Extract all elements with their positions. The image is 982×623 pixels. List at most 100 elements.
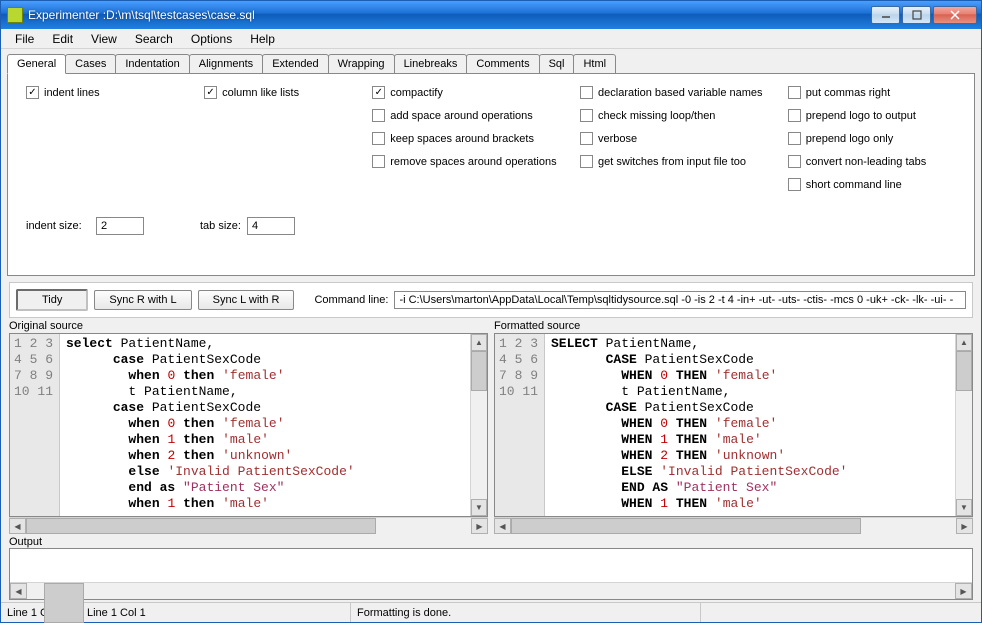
checkbox-verbose[interactable]: verbose bbox=[580, 132, 788, 145]
minimize-button[interactable] bbox=[871, 6, 900, 24]
tab-comments[interactable]: Comments bbox=[466, 54, 539, 73]
scroll-thumb[interactable] bbox=[26, 518, 376, 534]
unchecked-icon[interactable] bbox=[788, 155, 801, 168]
vertical-scrollbar[interactable]: ▲ ▼ bbox=[955, 334, 972, 516]
checkbox-label: keep spaces around brackets bbox=[390, 133, 534, 145]
tab-indentation[interactable]: Indentation bbox=[115, 54, 189, 73]
checkbox-label: put commas right bbox=[806, 87, 890, 99]
unchecked-icon[interactable] bbox=[580, 155, 593, 168]
vertical-scrollbar[interactable]: ▲ ▼ bbox=[470, 334, 487, 516]
status-right-cursor: Line 1 Col 1 bbox=[81, 603, 351, 622]
checkbox-remove-spaces-around-operations[interactable]: remove spaces around operations bbox=[372, 155, 580, 168]
horizontal-scrollbar[interactable]: ◀ ▶ bbox=[10, 582, 972, 599]
scroll-thumb[interactable] bbox=[511, 518, 861, 534]
maximize-button[interactable] bbox=[902, 6, 931, 24]
checkbox-label: check missing loop/then bbox=[598, 110, 715, 122]
unchecked-icon[interactable] bbox=[372, 132, 385, 145]
checkbox-column-like-lists[interactable]: ✓ column like lists bbox=[204, 86, 372, 99]
unchecked-icon[interactable] bbox=[788, 132, 801, 145]
original-source-editor[interactable]: 1 2 3 4 5 6 7 8 9 10 11 select PatientNa… bbox=[9, 333, 488, 517]
editor-gutter: 1 2 3 4 5 6 7 8 9 10 11 bbox=[495, 334, 545, 516]
checkbox-prepend-logo-only[interactable]: prepend logo only bbox=[788, 132, 956, 145]
tabstrip: GeneralCasesIndentationAlignmentsExtende… bbox=[7, 51, 975, 73]
checkbox-label: remove spaces around operations bbox=[390, 156, 556, 168]
app-icon bbox=[7, 7, 23, 23]
checkbox-keep-spaces-around-brackets[interactable]: keep spaces around brackets bbox=[372, 132, 580, 145]
output-box[interactable]: ◀ ▶ bbox=[9, 548, 973, 600]
checkbox-label: column like lists bbox=[222, 87, 299, 99]
menu-edit[interactable]: Edit bbox=[43, 30, 82, 48]
checkbox-label: add space around operations bbox=[390, 110, 533, 122]
tab-html[interactable]: Html bbox=[573, 54, 616, 73]
menu-file[interactable]: File bbox=[6, 30, 43, 48]
indent-size-input[interactable]: 2 bbox=[96, 217, 144, 235]
checkbox-compactify[interactable]: ✓ compactify bbox=[372, 86, 580, 99]
tab-cases[interactable]: Cases bbox=[65, 54, 116, 73]
menu-view[interactable]: View bbox=[82, 30, 126, 48]
horizontal-scrollbar[interactable]: ◀ ▶ bbox=[494, 517, 973, 534]
output-label: Output bbox=[9, 536, 973, 548]
scroll-left-icon: ◀ bbox=[10, 583, 27, 599]
editor-code[interactable]: SELECT PatientName, CASE PatientSexCode … bbox=[545, 334, 955, 516]
tab-size-label: tab size: bbox=[200, 220, 241, 232]
checkbox-label: verbose bbox=[598, 133, 637, 145]
checkbox-check-missing-loop/then[interactable]: check missing loop/then bbox=[580, 109, 788, 122]
scroll-left-icon: ◀ bbox=[9, 518, 26, 534]
checkbox-declaration-based-variable-names[interactable]: declaration based variable names bbox=[580, 86, 788, 99]
scroll-down-icon[interactable]: ▼ bbox=[956, 499, 972, 516]
unchecked-icon[interactable] bbox=[580, 132, 593, 145]
close-button[interactable] bbox=[933, 6, 977, 24]
unchecked-icon[interactable] bbox=[580, 109, 593, 122]
checked-icon[interactable]: ✓ bbox=[372, 86, 385, 99]
command-line-input[interactable]: -i C:\Users\marton\AppData\Local\Temp\sq… bbox=[394, 291, 966, 309]
scroll-up-icon[interactable]: ▲ bbox=[956, 334, 972, 351]
checkbox-label: indent lines bbox=[44, 87, 100, 99]
tab-linebreaks[interactable]: Linebreaks bbox=[394, 54, 468, 73]
unchecked-icon[interactable] bbox=[788, 109, 801, 122]
horizontal-scrollbar[interactable]: ◀ ▶ bbox=[9, 517, 488, 534]
checkbox-short-command-line[interactable]: short command line bbox=[788, 178, 956, 191]
unchecked-icon[interactable] bbox=[580, 86, 593, 99]
checked-icon[interactable]: ✓ bbox=[204, 86, 217, 99]
unchecked-icon[interactable] bbox=[372, 155, 385, 168]
scroll-down-icon[interactable]: ▼ bbox=[471, 499, 487, 516]
editor-gutter: 1 2 3 4 5 6 7 8 9 10 11 bbox=[10, 334, 60, 516]
tidy-button[interactable]: Tidy bbox=[16, 289, 88, 311]
scroll-thumb[interactable] bbox=[471, 351, 487, 391]
unchecked-icon[interactable] bbox=[788, 86, 801, 99]
checkbox-label: compactify bbox=[390, 87, 443, 99]
titlebar[interactable]: Experimenter :D:\m\tsql\testcases\case.s… bbox=[1, 1, 981, 29]
client-area: GeneralCasesIndentationAlignmentsExtende… bbox=[1, 49, 981, 622]
scroll-right-icon: ▶ bbox=[956, 518, 973, 534]
checkbox-convert-non-leading-tabs[interactable]: convert non-leading tabs bbox=[788, 155, 956, 168]
editor-code[interactable]: select PatientName, case PatientSexCode … bbox=[60, 334, 470, 516]
menu-help[interactable]: Help bbox=[241, 30, 284, 48]
status-message: Formatting is done. bbox=[351, 603, 701, 622]
checkbox-put-commas-right[interactable]: put commas right bbox=[788, 86, 956, 99]
sync-l-with-r-button[interactable]: Sync L with R bbox=[198, 290, 295, 310]
sync-r-with-l-button[interactable]: Sync R with L bbox=[94, 290, 191, 310]
tab-extended[interactable]: Extended bbox=[262, 54, 328, 73]
checkbox-get-switches-from-input-file-too[interactable]: get switches from input file too bbox=[580, 155, 788, 168]
checked-icon[interactable]: ✓ bbox=[26, 86, 39, 99]
checkbox-label: prepend logo only bbox=[806, 133, 893, 145]
formatted-source-editor[interactable]: 1 2 3 4 5 6 7 8 9 10 11 SELECT PatientNa… bbox=[494, 333, 973, 517]
tab-general[interactable]: General bbox=[7, 54, 66, 74]
checkbox-indent-lines[interactable]: ✓ indent lines bbox=[26, 86, 204, 99]
indent-size-label: indent size: bbox=[26, 220, 90, 232]
checkbox-add-space-around-operations[interactable]: add space around operations bbox=[372, 109, 580, 122]
scroll-thumb[interactable] bbox=[44, 583, 84, 623]
unchecked-icon[interactable] bbox=[372, 109, 385, 122]
tab-sql[interactable]: Sql bbox=[539, 54, 575, 73]
checkbox-prepend-logo-to-output[interactable]: prepend logo to output bbox=[788, 109, 956, 122]
tab-general-page: ✓ indent lines ✓ column like lists ✓ compac… bbox=[7, 73, 975, 276]
scroll-thumb[interactable] bbox=[956, 351, 972, 391]
scroll-up-icon[interactable]: ▲ bbox=[471, 334, 487, 351]
menubar: FileEditViewSearchOptionsHelp bbox=[1, 29, 981, 49]
tab-size-input[interactable]: 4 bbox=[247, 217, 295, 235]
menu-options[interactable]: Options bbox=[182, 30, 241, 48]
menu-search[interactable]: Search bbox=[126, 30, 182, 48]
unchecked-icon[interactable] bbox=[788, 178, 801, 191]
tab-wrapping[interactable]: Wrapping bbox=[328, 54, 395, 73]
tab-alignments[interactable]: Alignments bbox=[189, 54, 263, 73]
